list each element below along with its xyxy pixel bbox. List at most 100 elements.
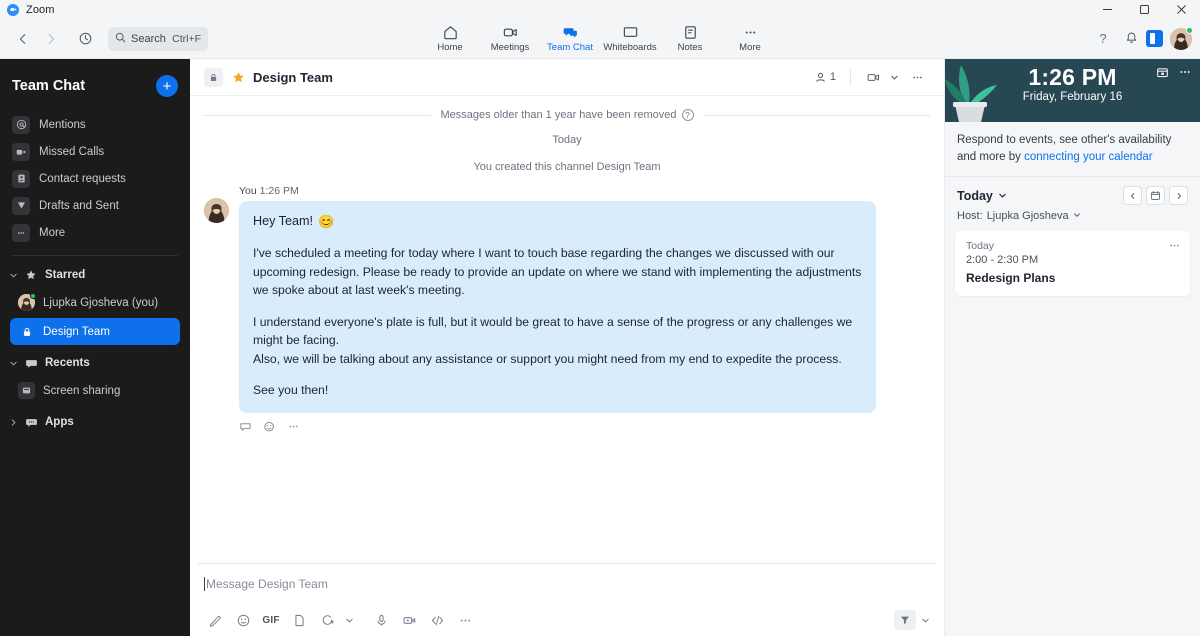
divider: [204, 114, 432, 116]
help-icon[interactable]: ?: [1090, 26, 1116, 52]
code-snippet-icon[interactable]: [424, 608, 450, 632]
star-icon: [23, 269, 39, 281]
retention-notice: Messages older than 1 year have been rem…: [204, 109, 931, 121]
sidebar-row-ljupka-gjosheva[interactable]: Ljupka Gjosheva (you): [10, 289, 180, 316]
nav-home[interactable]: Home: [422, 20, 478, 58]
app-body: Team Chat + Mentions Missed Calls Contac…: [0, 59, 1200, 636]
video-camera-icon: [12, 142, 30, 161]
calendar-icon[interactable]: [1146, 186, 1165, 206]
calendar-event-card[interactable]: Today 2:00 - 2:30 PM Redesign Plans: [955, 231, 1190, 297]
nav-team-chat[interactable]: Team Chat: [542, 20, 598, 58]
message-input[interactable]: Message Design Team: [198, 564, 936, 604]
video-message-icon[interactable]: [396, 608, 422, 632]
chat-more-options-icon[interactable]: [904, 64, 930, 90]
nav-more-label: More: [739, 42, 761, 54]
minimize-button[interactable]: [1089, 0, 1126, 19]
home-icon: [442, 24, 459, 41]
chevron-down-icon: [998, 189, 1007, 203]
format-text-icon[interactable]: [202, 608, 228, 632]
chevron-down-icon: [1073, 210, 1081, 222]
event-time: 2:00 - 2:30 PM: [966, 254, 1039, 267]
search-input[interactable]: Search Ctrl+F: [108, 26, 208, 51]
add-reaction-icon[interactable]: [263, 420, 276, 433]
message-list: Messages older than 1 year have been rem…: [190, 96, 944, 563]
calendar-panel: 1:26 PM Friday, February 16 Respond to e…: [945, 59, 1200, 636]
ellipsis-icon: [12, 223, 30, 242]
audio-message-icon[interactable]: [368, 608, 394, 632]
calendar-host-selector[interactable]: Host: Ljupka Gjosheva: [957, 210, 1188, 222]
calendar-more-options-icon[interactable]: [1178, 65, 1192, 82]
history-icon[interactable]: [72, 26, 98, 52]
message-bubble[interactable]: Hey Team! 😊 I've scheduled a meeting for…: [239, 201, 876, 413]
emoji-icon[interactable]: [230, 608, 256, 632]
more-tools-icon[interactable]: [452, 608, 478, 632]
calendar-scope-dropdown[interactable]: Today: [957, 189, 1007, 203]
sidebar-row-design-team-label: Design Team: [43, 325, 110, 338]
nav-team-chat-label: Team Chat: [547, 42, 593, 54]
whiteboard-icon: [622, 24, 639, 41]
message-more-actions-icon[interactable]: [287, 420, 300, 433]
avatar[interactable]: [204, 198, 229, 223]
presence-indicator: [30, 293, 36, 299]
sidebar-item-missed-calls[interactable]: Missed Calls: [0, 138, 190, 165]
send-options-chevron-icon[interactable]: [918, 608, 932, 632]
help-circle-icon[interactable]: ?: [681, 109, 694, 121]
calendar-next-button[interactable]: [1169, 186, 1188, 206]
calendar-scope-row: Today: [957, 186, 1188, 206]
message-body: You 1:26 PM Hey Team! 😊 I've scheduled a…: [239, 185, 930, 433]
nav-whiteboards[interactable]: Whiteboards: [602, 20, 658, 58]
member-count[interactable]: 1: [809, 71, 841, 84]
sidebar: Team Chat + Mentions Missed Calls Contac…: [0, 59, 190, 636]
message-author: You: [239, 185, 257, 197]
connect-calendar-link[interactable]: connecting your calendar: [1024, 151, 1153, 163]
side-panel-icon[interactable]: [1146, 30, 1163, 47]
lock-icon: [204, 67, 223, 87]
calendar-prev-button[interactable]: [1123, 186, 1142, 206]
composer-send-group: [894, 608, 932, 632]
chevron-down-icon: [9, 272, 17, 279]
sidebar-row-screen-sharing[interactable]: Screen sharing: [10, 377, 180, 404]
screenshot-icon[interactable]: [314, 608, 340, 632]
screenshot-chevron-icon[interactable]: [342, 608, 356, 632]
nav-meetings[interactable]: Meetings: [482, 20, 538, 58]
main-navigation: Home Meetings Team Chat Whiteboards Note…: [422, 20, 778, 58]
forward-button[interactable]: [38, 26, 64, 52]
event-more-icon[interactable]: [1168, 239, 1181, 255]
file-icon[interactable]: [286, 608, 312, 632]
sidebar-item-contact-requests[interactable]: Contact requests: [0, 165, 190, 192]
presence-indicator: [1186, 26, 1193, 34]
maximize-button[interactable]: [1126, 0, 1163, 19]
star-icon[interactable]: [232, 71, 245, 84]
person-icon: [816, 72, 825, 82]
sidebar-group-starred[interactable]: Starred: [0, 262, 190, 288]
calendar-toggle-icon[interactable]: [1156, 66, 1169, 82]
ellipsis-icon: [742, 24, 759, 41]
new-chat-button[interactable]: +: [156, 75, 178, 97]
message-actions: [239, 420, 930, 433]
sidebar-row-design-team[interactable]: Design Team: [10, 318, 180, 345]
send-button[interactable]: [894, 610, 916, 630]
chevron-down-icon[interactable]: [887, 64, 901, 90]
gif-icon[interactable]: GIF: [258, 608, 284, 632]
back-button[interactable]: [10, 26, 36, 52]
sidebar-item-mentions-label: Mentions: [39, 118, 86, 131]
sidebar-group-recents[interactable]: Recents: [0, 350, 190, 376]
start-meeting-group[interactable]: [860, 64, 901, 90]
sidebar-item-mentions[interactable]: Mentions: [0, 111, 190, 138]
page-title: Design Team: [253, 69, 333, 85]
nav-more[interactable]: More: [722, 20, 778, 58]
close-button[interactable]: [1163, 0, 1200, 19]
current-date: Friday, February 16: [1022, 90, 1123, 103]
chevron-right-icon: [9, 418, 17, 426]
video-camera-icon[interactable]: [860, 64, 886, 90]
sidebar-item-drafts-and-sent[interactable]: Drafts and Sent: [0, 192, 190, 219]
reply-icon[interactable]: [239, 420, 252, 433]
nav-notes[interactable]: Notes: [662, 20, 718, 58]
search-shortcut: Ctrl+F: [172, 32, 201, 45]
avatar[interactable]: [1170, 26, 1193, 50]
sidebar-group-apps[interactable]: Apps: [0, 409, 190, 435]
sidebar-item-drafts-and-sent-label: Drafts and Sent: [39, 199, 119, 212]
bell-icon[interactable]: [1118, 26, 1144, 52]
sidebar-item-more[interactable]: More: [0, 219, 190, 246]
sidebar-row-ljupka-gjosheva-label: Ljupka Gjosheva (you): [43, 296, 159, 309]
